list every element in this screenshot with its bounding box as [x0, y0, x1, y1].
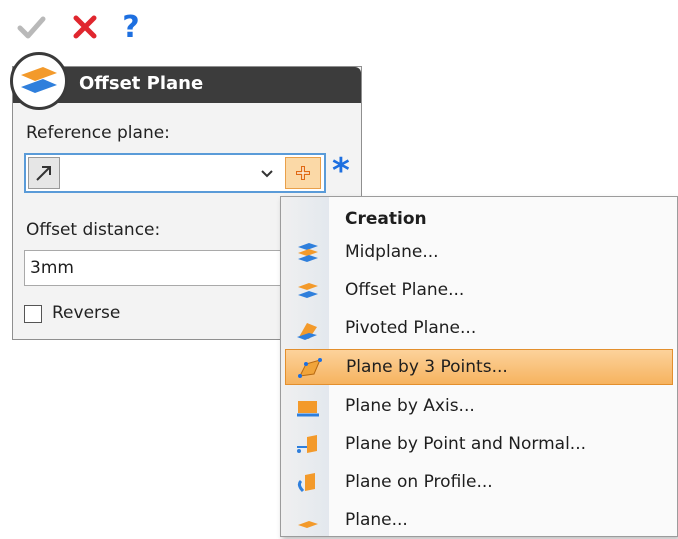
check-icon[interactable] [14, 10, 48, 44]
offset-plane-icon [298, 283, 318, 298]
pivoted-plane-icon [297, 323, 317, 340]
menu-item-plane[interactable]: Plane... [285, 503, 673, 539]
reverse-label: Reverse [52, 303, 121, 323]
create-plane-menu: Creation Midplane... Offset Plane... Piv… [280, 196, 678, 537]
menu-item-plane-on-profile[interactable]: Plane on Profile... [285, 465, 673, 501]
panel-title: Offset Plane [79, 73, 204, 94]
plane-3-points-icon [298, 358, 322, 378]
reference-plane-combo[interactable] [24, 153, 326, 193]
plane-icon [298, 521, 318, 528]
menu-item-midplane[interactable]: Midplane... [285, 235, 673, 271]
required-marker: * [332, 151, 350, 191]
reference-plane-label: Reference plane: [26, 123, 170, 143]
midplane-icon [298, 243, 318, 262]
help-glyph: ? [122, 9, 140, 45]
plane-point-normal-icon [297, 435, 317, 453]
menu-item-plane-by-3-points[interactable]: Plane by 3 Points... [285, 349, 673, 385]
chevron-down-icon[interactable] [256, 163, 278, 185]
menu-item-plane-by-axis[interactable]: Plane by Axis... [285, 389, 673, 425]
offset-distance-input[interactable]: 3mm [24, 250, 294, 286]
menu-item-pivoted-plane[interactable]: Pivoted Plane... [285, 311, 673, 347]
menu-heading: Creation [345, 209, 427, 229]
select-reference-button[interactable] [28, 157, 60, 189]
arrow-select-icon [36, 166, 51, 181]
plane-profile-icon [297, 473, 315, 493]
offset-plane-badge-icon [10, 52, 68, 110]
close-icon[interactable] [68, 10, 102, 44]
plane-axis-icon [297, 401, 319, 417]
offset-distance-label: Offset distance: [26, 220, 161, 240]
reverse-checkbox[interactable] [24, 305, 42, 323]
help-icon[interactable]: ? [114, 9, 148, 45]
plus-icon [296, 166, 310, 180]
reference-plane-input[interactable] [66, 157, 266, 189]
create-plane-button[interactable] [285, 157, 321, 189]
menu-item-offset-plane[interactable]: Offset Plane... [285, 273, 673, 309]
menu-item-plane-by-point-and-normal[interactable]: Plane by Point and Normal... [285, 427, 673, 463]
